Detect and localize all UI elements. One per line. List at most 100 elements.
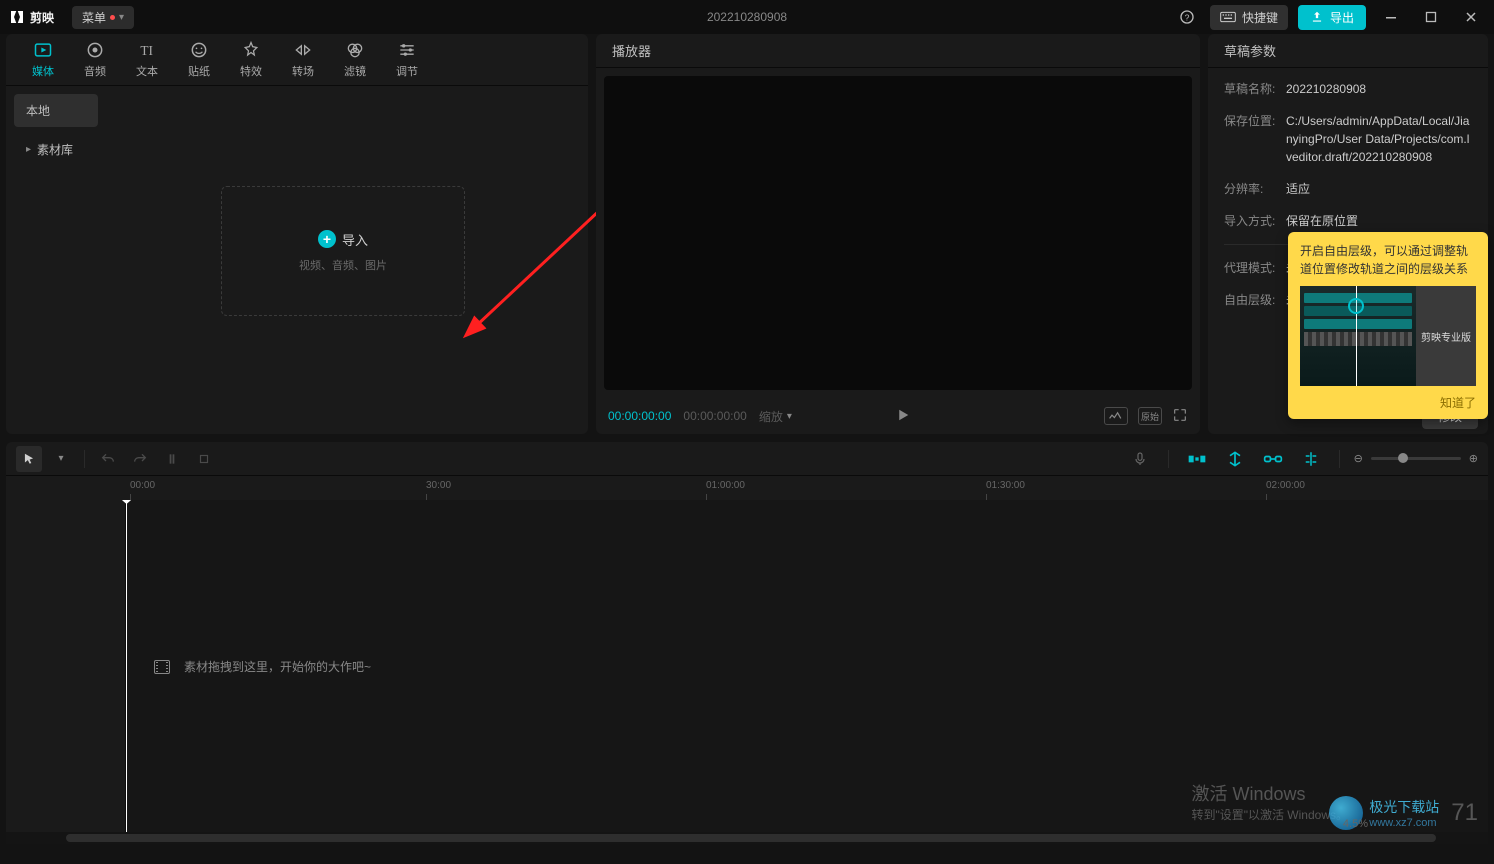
timeline-panel: ▾ bbox=[6, 442, 1488, 844]
play-button[interactable] bbox=[894, 406, 912, 427]
axis-icon bbox=[1302, 450, 1320, 468]
close-button[interactable] bbox=[1456, 4, 1486, 30]
link-button[interactable] bbox=[1259, 448, 1287, 470]
tip-thumb-preview: 剪映专业版 bbox=[1416, 286, 1476, 386]
player-title: 播放器 bbox=[612, 41, 651, 60]
tab-adjust[interactable]: 调节 bbox=[390, 36, 424, 83]
menu-label: 菜单 bbox=[82, 9, 106, 26]
param-row-resolution: 分辨率: 适应 bbox=[1224, 180, 1472, 198]
help-icon: ? bbox=[1179, 9, 1195, 25]
free-layer-tip: 开启自由层级，可以通过调整轨道位置修改轨道之间的层级关系 剪映专业版 知道了 bbox=[1288, 232, 1488, 419]
maximize-button[interactable] bbox=[1416, 4, 1446, 30]
chevron-down-icon: ▾ bbox=[119, 12, 124, 23]
zoom-thumb[interactable] bbox=[1398, 453, 1408, 463]
preview-axis-button[interactable] bbox=[1297, 448, 1325, 470]
tab-media[interactable]: 媒体 bbox=[26, 36, 60, 83]
timeline-tracks[interactable]: 素材拖拽到这里，开始你的大作吧~ bbox=[6, 500, 1488, 832]
tab-filter[interactable]: 滤镜 bbox=[338, 36, 372, 83]
transition-icon bbox=[293, 40, 313, 60]
delete-button[interactable] bbox=[191, 446, 217, 472]
zoom-in-button[interactable]: ⊕ bbox=[1469, 452, 1478, 465]
play-icon bbox=[894, 406, 912, 424]
film-icon bbox=[154, 660, 170, 674]
timecode-total: 00:00:00:00 bbox=[683, 409, 746, 423]
scale-label: 缩放 bbox=[759, 408, 783, 425]
param-label: 保存位置: bbox=[1224, 112, 1286, 166]
fullscreen-button[interactable] bbox=[1172, 407, 1188, 426]
keyboard-icon bbox=[1220, 11, 1236, 23]
pointer-tool[interactable] bbox=[16, 446, 42, 472]
tool-dropdown[interactable]: ▾ bbox=[48, 446, 74, 472]
scale-dropdown[interactable]: 缩放 ▾ bbox=[759, 408, 792, 425]
delete-icon bbox=[197, 452, 211, 466]
auto-snap-button[interactable] bbox=[1221, 448, 1249, 470]
import-hint: 视频、音频、图片 bbox=[299, 257, 387, 273]
menu-button[interactable]: 菜单 ▾ bbox=[72, 6, 134, 29]
media-panel: 媒体 音频 TI 文本 贴纸 特效 bbox=[6, 34, 588, 434]
timeline-toolbar: ▾ bbox=[6, 442, 1488, 476]
magnet-main-button[interactable] bbox=[1183, 448, 1211, 470]
params-title: 草稿参数 bbox=[1224, 41, 1276, 60]
tab-label: 文本 bbox=[136, 63, 158, 79]
menu-notify-dot bbox=[110, 15, 115, 20]
mic-button[interactable] bbox=[1126, 448, 1154, 470]
tab-label: 特效 bbox=[240, 63, 262, 79]
filter-icon bbox=[345, 40, 365, 60]
sidebar-label: 素材库 bbox=[37, 141, 73, 158]
split-button[interactable] bbox=[159, 446, 185, 472]
effect-icon bbox=[241, 40, 261, 60]
tab-transition[interactable]: 转场 bbox=[286, 36, 320, 83]
player-controls: 00:00:00:00 00:00:00:00 缩放 ▾ 原始 bbox=[596, 398, 1200, 434]
text-icon: TI bbox=[137, 40, 157, 60]
redo-icon bbox=[132, 451, 148, 467]
compare-icon bbox=[1108, 410, 1124, 422]
app-root: 剪映 菜单 ▾ 202210280908 ? 快捷键 导出 bbox=[0, 0, 1494, 864]
timeline-ruler[interactable]: 00:00 30:00 01:00:00 01:30:00 02:00:00 bbox=[6, 476, 1488, 500]
ratio-button[interactable]: 原始 bbox=[1138, 407, 1162, 425]
compare-button[interactable] bbox=[1104, 407, 1128, 425]
fullscreen-icon bbox=[1172, 407, 1188, 423]
export-button[interactable]: 导出 bbox=[1298, 5, 1366, 30]
redo-button[interactable] bbox=[127, 446, 153, 472]
tip-thumbnail: 剪映专业版 bbox=[1300, 286, 1476, 386]
ruler-tick: 30:00 bbox=[426, 480, 451, 491]
chevron-down-icon: ▾ bbox=[58, 453, 63, 464]
tab-text[interactable]: TI 文本 bbox=[130, 36, 164, 83]
tab-sticker[interactable]: 贴纸 bbox=[182, 36, 216, 83]
tab-label: 调节 bbox=[396, 63, 418, 79]
tip-text: 开启自由层级，可以通过调整轨道位置修改轨道之间的层级关系 bbox=[1300, 242, 1476, 278]
shortcut-label: 快捷键 bbox=[1242, 9, 1278, 26]
tip-ok-button[interactable]: 知道了 bbox=[1300, 394, 1476, 411]
param-label: 代理模式: bbox=[1224, 259, 1286, 277]
undo-button[interactable] bbox=[95, 446, 121, 472]
tab-audio[interactable]: 音频 bbox=[78, 36, 112, 83]
player-header: 播放器 bbox=[596, 34, 1200, 68]
param-value: C:/Users/admin/AppData/Local/JianyingPro… bbox=[1286, 112, 1472, 166]
sidebar-label: 本地 bbox=[26, 102, 50, 119]
link-icon bbox=[1263, 451, 1283, 467]
tab-effect[interactable]: 特效 bbox=[234, 36, 268, 83]
sticker-icon bbox=[189, 40, 209, 60]
player-stage[interactable] bbox=[604, 76, 1192, 390]
titlebar: 剪映 菜单 ▾ 202210280908 ? 快捷键 导出 bbox=[0, 0, 1494, 34]
shortcut-button[interactable]: 快捷键 bbox=[1210, 5, 1288, 30]
param-label: 草稿名称: bbox=[1224, 80, 1286, 98]
timeline-scrollbar[interactable] bbox=[6, 832, 1488, 844]
help-button[interactable]: ? bbox=[1174, 4, 1200, 30]
zoom-slider[interactable] bbox=[1371, 457, 1461, 460]
playhead[interactable] bbox=[126, 500, 127, 832]
player-panel: 播放器 00:00:00:00 00:00:00:00 缩放 ▾ bbox=[596, 34, 1200, 434]
sidebar-item-local[interactable]: 本地 bbox=[14, 94, 98, 127]
zoom-out-button[interactable]: ⊖ bbox=[1354, 452, 1363, 465]
pointer-icon bbox=[22, 452, 36, 466]
param-label: 导入方式: bbox=[1224, 212, 1286, 230]
scrollbar-thumb[interactable] bbox=[66, 834, 1436, 842]
params-panel: 草稿参数 草稿名称: 202210280908 保存位置: C:/Users/a… bbox=[1208, 34, 1488, 434]
minimize-button[interactable] bbox=[1376, 4, 1406, 30]
import-dropzone[interactable]: + 导入 视频、音频、图片 bbox=[221, 186, 465, 316]
audio-icon bbox=[85, 40, 105, 60]
player-right-icons: 原始 bbox=[1104, 407, 1188, 426]
sidebar-item-library[interactable]: ▸ 素材库 bbox=[14, 133, 98, 166]
upper-region: 媒体 音频 TI 文本 贴纸 特效 bbox=[0, 34, 1494, 434]
ruler-tick: 02:00:00 bbox=[1266, 480, 1305, 491]
